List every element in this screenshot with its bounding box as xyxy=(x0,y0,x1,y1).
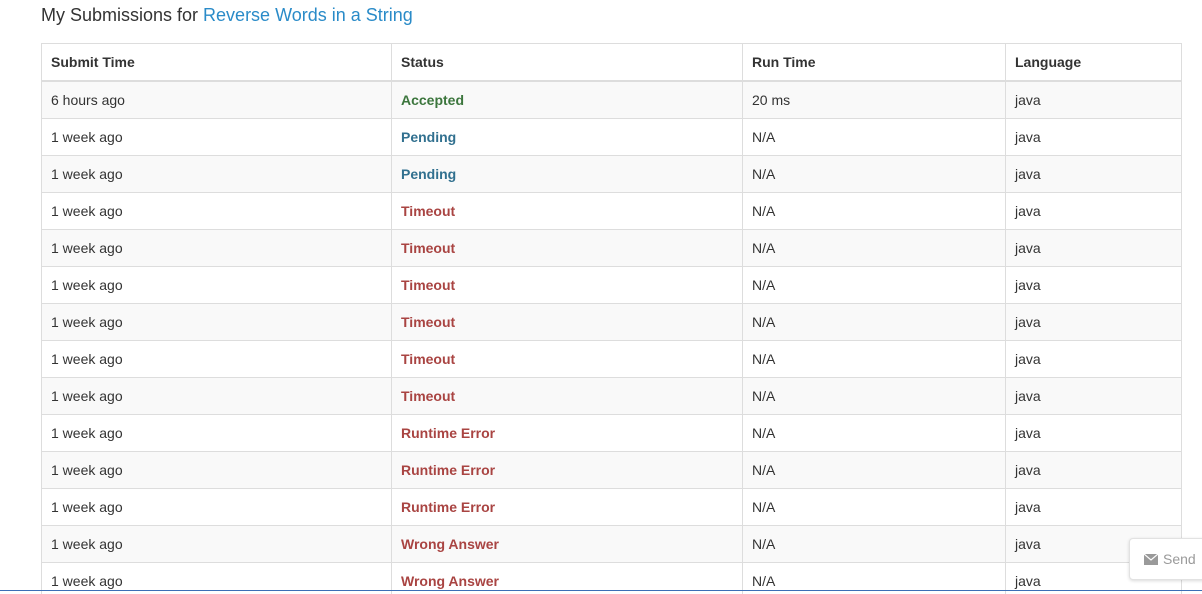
run-time-cell: N/A xyxy=(742,155,1006,193)
submit-time-cell: 1 week ago xyxy=(41,377,392,415)
language-cell: java xyxy=(1005,340,1182,378)
column-header-run-time[interactable]: Run Time xyxy=(742,43,1006,82)
table-row[interactable]: 1 week ago Runtime Error N/A java xyxy=(41,488,1182,526)
submit-time-cell: 1 week ago xyxy=(41,488,392,526)
run-time-cell: N/A xyxy=(742,377,1006,415)
language-cell: java xyxy=(1005,192,1182,230)
submit-time-cell: 6 hours ago xyxy=(41,80,392,119)
submit-time-cell: 1 week ago xyxy=(41,525,392,563)
column-header-submit-time[interactable]: Submit Time xyxy=(41,43,392,82)
status-link[interactable]: Timeout xyxy=(391,266,743,304)
run-time-cell: N/A xyxy=(742,451,1006,489)
submit-time-cell: 1 week ago xyxy=(41,155,392,193)
status-link[interactable]: Wrong Answer xyxy=(391,525,743,563)
status-link[interactable]: Timeout xyxy=(391,377,743,415)
submissions-page: My Submissions for Reverse Words in a St… xyxy=(0,0,1202,594)
table-row[interactable]: 1 week ago Runtime Error N/A java xyxy=(41,414,1182,452)
submit-time-cell: 1 week ago xyxy=(41,192,392,230)
submit-time-cell: 1 week ago xyxy=(41,340,392,378)
submit-time-cell: 1 week ago xyxy=(41,266,392,304)
status-link[interactable]: Runtime Error xyxy=(391,451,743,489)
table-row[interactable]: 1 week ago Runtime Error N/A java xyxy=(41,451,1182,489)
language-cell: java xyxy=(1005,414,1182,452)
status-link[interactable]: Timeout xyxy=(391,229,743,267)
language-cell: java xyxy=(1005,229,1182,267)
run-time-cell: 20 ms xyxy=(742,80,1006,119)
run-time-cell: N/A xyxy=(742,118,1006,156)
run-time-cell: N/A xyxy=(742,229,1006,267)
language-cell: java xyxy=(1005,118,1182,156)
language-cell: java xyxy=(1005,266,1182,304)
table-row[interactable]: 1 week ago Timeout N/A java xyxy=(41,229,1182,267)
run-time-cell: N/A xyxy=(742,266,1006,304)
submissions-table-body: 6 hours ago Accepted 20 ms java 1 week ago Pe… xyxy=(41,80,1182,594)
run-time-cell: N/A xyxy=(742,303,1006,341)
language-cell: java xyxy=(1005,451,1182,489)
table-row[interactable]: 1 week ago Wrong Answer N/A java xyxy=(41,525,1182,563)
table-row[interactable]: 1 week ago Pending N/A java xyxy=(41,118,1182,156)
language-cell: java xyxy=(1005,303,1182,341)
envelope-icon xyxy=(1144,553,1158,565)
send-button[interactable]: Send xyxy=(1129,538,1202,580)
page-title: My Submissions for Reverse Words in a St… xyxy=(41,4,413,26)
table-row[interactable]: 1 week ago Timeout N/A java xyxy=(41,377,1182,415)
language-cell: java xyxy=(1005,155,1182,193)
table-row[interactable]: 1 week ago Timeout N/A java xyxy=(41,266,1182,304)
table-row[interactable]: 1 week ago Timeout N/A java xyxy=(41,340,1182,378)
submissions-table: Submit Time Status Run Time Language 6 h… xyxy=(41,43,1182,594)
run-time-cell: N/A xyxy=(742,414,1006,452)
page-title-prefix: My Submissions for xyxy=(41,5,204,25)
status-link[interactable]: Runtime Error xyxy=(391,414,743,452)
run-time-cell: N/A xyxy=(742,488,1006,526)
run-time-cell: N/A xyxy=(742,525,1006,563)
language-cell: java xyxy=(1005,377,1182,415)
submit-time-cell: 1 week ago xyxy=(41,414,392,452)
submit-time-cell: 1 week ago xyxy=(41,229,392,267)
table-header-row: Submit Time Status Run Time Language xyxy=(41,43,1182,82)
table-row[interactable]: 1 week ago Timeout N/A java xyxy=(41,303,1182,341)
status-link[interactable]: Runtime Error xyxy=(391,488,743,526)
submit-time-cell: 1 week ago xyxy=(41,451,392,489)
run-time-cell: N/A xyxy=(742,340,1006,378)
language-cell: java xyxy=(1005,488,1182,526)
submit-time-cell: 1 week ago xyxy=(41,303,392,341)
table-row[interactable]: 6 hours ago Accepted 20 ms java xyxy=(41,80,1182,119)
run-time-cell: N/A xyxy=(742,192,1006,230)
language-cell: java xyxy=(1005,80,1182,119)
problem-link[interactable]: Reverse Words in a String xyxy=(203,5,413,25)
column-header-language[interactable]: Language xyxy=(1005,43,1182,82)
status-link[interactable]: Pending xyxy=(391,118,743,156)
send-button-label: Send xyxy=(1163,551,1196,567)
status-link[interactable]: Timeout xyxy=(391,340,743,378)
table-row[interactable]: 1 week ago Timeout N/A java xyxy=(41,192,1182,230)
submit-time-cell: 1 week ago xyxy=(41,118,392,156)
status-link[interactable]: Pending xyxy=(391,155,743,193)
status-link[interactable]: Timeout xyxy=(391,303,743,341)
column-header-status[interactable]: Status xyxy=(391,43,743,82)
status-link[interactable]: Timeout xyxy=(391,192,743,230)
bottom-divider xyxy=(0,590,1202,591)
status-link[interactable]: Accepted xyxy=(391,80,743,119)
table-row[interactable]: 1 week ago Pending N/A java xyxy=(41,155,1182,193)
